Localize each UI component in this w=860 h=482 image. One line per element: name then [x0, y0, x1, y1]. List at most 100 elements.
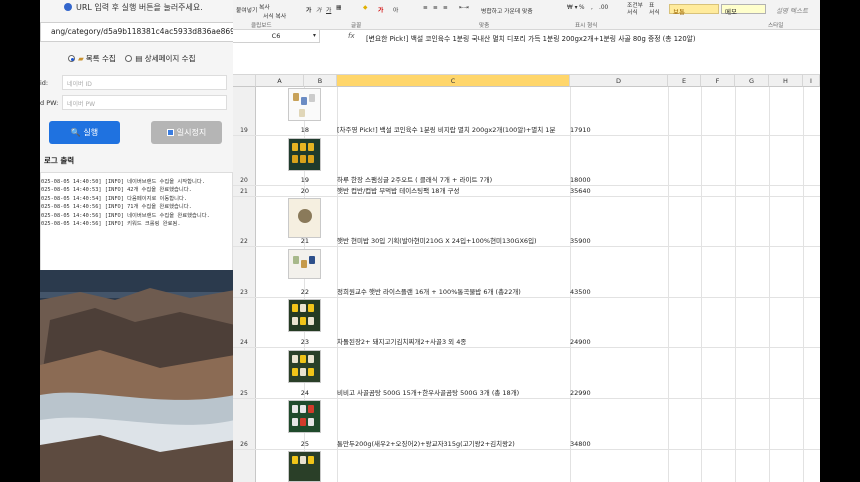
styles-group-label: 스타일 — [768, 23, 784, 29]
row-header[interactable]: 20 — [233, 136, 256, 185]
pause-button[interactable]: 일시정지 — [151, 121, 222, 144]
cell-a[interactable]: 19 — [283, 176, 309, 184]
instruction-label: URL 입력 후 실행 버튼을 눌러주세요. — [76, 3, 203, 12]
cell-d-price[interactable]: 35640 — [570, 187, 591, 195]
cell-c-product-name[interactable]: 햇반 현미밥 30입 기획(발아현미210G X 24입+100%현미130GX… — [337, 235, 537, 245]
row-header[interactable] — [233, 450, 256, 482]
bold-button[interactable]: 가 — [306, 5, 311, 14]
product-thumbnail-image — [288, 451, 321, 482]
formula-input[interactable]: [변요한 Pick!] 백설 코인육수 1분링 국내산 멸치 디포리 가득 1분… — [366, 33, 696, 43]
log-line: 025-08-05 14:40:54] [INFO] 다음페이지로 이동합니다. — [41, 195, 188, 202]
align-left-icon[interactable]: ≡ — [423, 5, 428, 11]
column-header-f[interactable]: F — [701, 75, 735, 87]
row-header[interactable]: 19 — [233, 87, 256, 135]
style-neutral[interactable]: 보통 — [669, 4, 719, 16]
row-header[interactable]: 22 — [233, 197, 256, 246]
name-box[interactable]: C6 — [233, 30, 320, 43]
comma-icon[interactable]: , — [591, 5, 593, 11]
merge-center-button[interactable]: 병합하고 가운데 맞춤 — [481, 6, 533, 15]
cell-c-product-name[interactable]: [차주영 Pick!] 백설 코인육수 1분링 비지랍 멸치 200gx2개(1… — [337, 124, 555, 134]
border-icon[interactable]: ▦ — [336, 5, 341, 11]
font-color-icon[interactable]: 가 — [378, 5, 383, 14]
phonetic-button[interactable]: 아 — [393, 5, 398, 14]
copy-button[interactable]: 복사 — [259, 2, 270, 11]
cell-a[interactable]: 20 — [283, 187, 309, 195]
style-explanatory[interactable]: 설명 텍스트 — [773, 4, 818, 15]
cell-c-product-name[interactable]: 통만두200g(새우2+오징어2)+왕교자315g(고기왕2+김치왕2) — [337, 438, 515, 448]
cell-d-price[interactable]: 24900 — [570, 338, 591, 346]
paste-button[interactable]: 붙여넣기 — [236, 5, 257, 14]
cell-a[interactable]: 25 — [283, 440, 309, 448]
ribbon: 붙여넣기 복사 서식 복사 클립보드 가 가 가 ▦ ◆ 가 아 글꼴 ≡ ≡ … — [233, 0, 820, 30]
cell-c-product-name[interactable]: 정희원교수 햇반 라이스플랜 16개 + 100%통곡물밥 6개 (총22개) — [337, 286, 521, 296]
radio-selected[interactable] — [68, 55, 75, 62]
naver-pw-input[interactable]: 네이버 PW — [62, 95, 227, 110]
column-header-d[interactable]: D — [570, 75, 668, 87]
cell-d-price[interactable]: 22990 — [570, 389, 591, 397]
underline-button[interactable]: 가 — [326, 5, 331, 14]
conditional-format-button[interactable]: 조건부 서식 — [627, 3, 645, 17]
cell-a[interactable]: 24 — [283, 389, 309, 397]
align-right-icon[interactable]: ≡ — [443, 5, 448, 11]
cell-d-price[interactable]: 35900 — [570, 237, 591, 245]
cell-c-product-name[interactable]: 차돌된장2+ 돼지고기김치찌개2+사골3 외 4종 — [337, 336, 466, 346]
column-header-g[interactable]: G — [735, 75, 769, 87]
cell-c-product-name[interactable]: 하루 한장 스팸싱글 2주오트 ( 클래식 7개 + 라이트 7개) — [337, 174, 492, 184]
log-line: 025-08-05 14:40:53] [INFO] 42개 수집을 완료했습니… — [41, 187, 192, 194]
run-button[interactable]: 🔍 실행 — [49, 121, 120, 144]
cell-a[interactable]: 21 — [283, 237, 309, 245]
select-all-corner[interactable] — [233, 75, 256, 87]
cell-d-price[interactable]: 17910 — [570, 126, 591, 134]
percent-button[interactable]: % — [579, 5, 585, 11]
pause-label: 일시정지 — [176, 128, 207, 137]
table-format-button[interactable]: 표 서식 — [649, 3, 661, 17]
mode-list-option[interactable]: ▰ 목록 수집 — [68, 54, 116, 63]
cell-a[interactable]: 22 — [283, 288, 309, 296]
name-box-dropdown-icon[interactable]: ▾ — [313, 33, 316, 39]
cell-c-product-name[interactable]: 햇반 컵반/컵밥 부먹밥 테이스팅팩 18개 구성 — [337, 185, 459, 195]
naver-id-input[interactable]: 네이버 ID — [62, 75, 227, 90]
row-header[interactable]: 25 — [233, 348, 256, 398]
currency-icon[interactable]: ₩ ▾ — [567, 5, 577, 11]
column-header-c[interactable]: C — [337, 75, 570, 87]
log-output[interactable]: 025-08-05 14:40:50] [INFO] 네이버브랜드 수집을 시작… — [40, 172, 233, 270]
fill-color-icon[interactable]: ◆ — [363, 5, 367, 11]
pause-icon — [166, 129, 174, 136]
cell-a[interactable]: 23 — [283, 338, 309, 346]
row-header[interactable]: 26 — [233, 399, 256, 449]
cell-c-product-name[interactable]: 비비고 사골곰탕 500G 15개+한우사골곰탕 500G 3개 (총 18개) — [337, 387, 519, 397]
cell-d-price[interactable]: 34800 — [570, 440, 591, 448]
cell-d-price[interactable]: 43500 — [570, 288, 591, 296]
row-header[interactable]: 24 — [233, 298, 256, 347]
url-input[interactable]: ang/category/d5a9b118381c4ac5933d836ae86… — [40, 22, 235, 42]
align-group-label: 맞춤 — [479, 23, 490, 29]
align-center-icon[interactable]: ≡ — [433, 5, 438, 11]
table-row: 22 21 햇반 현미밥 30입 기획(발아현미210G X 24입+100%현… — [233, 197, 820, 247]
column-header-b[interactable]: B — [304, 75, 337, 87]
mode-detail-option[interactable]: ▤ 상세페이지 수집 — [125, 54, 195, 63]
row-header[interactable]: 21 — [233, 186, 256, 196]
table-row — [233, 450, 820, 482]
info-icon — [64, 3, 72, 11]
cell-a[interactable]: 18 — [283, 126, 309, 134]
table-row: 25 24 비비고 사골곰탕 500G 15개+한우사골곰탕 500G 3개 (… — [233, 348, 820, 399]
row-header[interactable]: 23 — [233, 247, 256, 297]
pw-label: d PW: — [40, 99, 59, 107]
cell-d-price[interactable]: 18000 — [570, 176, 591, 184]
column-header-h[interactable]: H — [769, 75, 803, 87]
table-row: 20 19 하루 한장 스팸싱글 2주오트 ( 클래식 7개 + 라이트 7개)… — [233, 136, 820, 186]
column-header-i[interactable]: I — [803, 75, 820, 87]
column-header-e[interactable]: E — [668, 75, 701, 87]
italic-button[interactable]: 가 — [316, 5, 321, 14]
decimal-icon[interactable]: .00 — [599, 5, 608, 11]
product-thumbnail-image — [288, 88, 321, 121]
style-memo[interactable]: 메모 — [721, 4, 766, 16]
radio-unselected[interactable] — [125, 55, 133, 62]
fx-icon[interactable]: fx — [348, 32, 355, 40]
column-header-a[interactable]: A — [256, 75, 304, 87]
product-thumbnail-image — [288, 198, 321, 238]
table-row: 26 25 통만두200g(새우2+오징어2)+왕교자315g(고기왕2+김치왕… — [233, 399, 820, 450]
format-painter-button[interactable]: 서식 복사 — [263, 11, 286, 20]
clipboard-group-label: 클립보드 — [251, 23, 272, 29]
indent-icon[interactable]: ⇤⇥ — [459, 5, 469, 11]
